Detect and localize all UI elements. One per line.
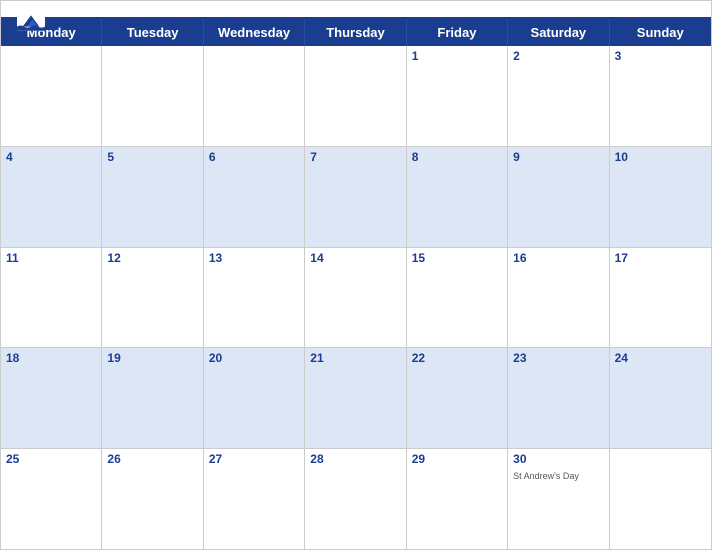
day-number: 17: [615, 251, 706, 265]
day-number: 11: [6, 251, 96, 265]
day-number: 20: [209, 351, 299, 365]
day-header-friday: Friday: [407, 19, 508, 46]
day-number: 7: [310, 150, 400, 164]
day-number: 16: [513, 251, 603, 265]
day-cell: [610, 449, 711, 549]
week-row-3: 11 12 13 14 15 16 17: [1, 248, 711, 349]
day-number: 22: [412, 351, 502, 365]
day-number: 30: [513, 452, 603, 466]
day-number: 18: [6, 351, 96, 365]
day-number: 29: [412, 452, 502, 466]
day-cell: 1: [407, 46, 508, 146]
day-cell: 18: [1, 348, 102, 448]
day-cell: 2: [508, 46, 609, 146]
calendar-grid: MondayTuesdayWednesdayThursdayFridaySatu…: [1, 17, 711, 549]
day-cell: 9: [508, 147, 609, 247]
day-number: 6: [209, 150, 299, 164]
day-cell: 10: [610, 147, 711, 247]
day-cell: 12: [102, 248, 203, 348]
day-cell: 23: [508, 348, 609, 448]
day-header-wednesday: Wednesday: [204, 19, 305, 46]
day-cell: [305, 46, 406, 146]
day-cell: 11: [1, 248, 102, 348]
day-number: 4: [6, 150, 96, 164]
week-row-1: 123: [1, 46, 711, 147]
day-cell: 4: [1, 147, 102, 247]
day-number: 19: [107, 351, 197, 365]
day-cell: 8: [407, 147, 508, 247]
day-cell: 20: [204, 348, 305, 448]
day-cell: 26: [102, 449, 203, 549]
day-cell: 22: [407, 348, 508, 448]
day-cell: [204, 46, 305, 146]
calendar-header: [1, 1, 711, 17]
day-cell: 16: [508, 248, 609, 348]
day-cell: 19: [102, 348, 203, 448]
day-event: St Andrew's Day: [513, 471, 579, 481]
day-header-sunday: Sunday: [610, 19, 711, 46]
day-number: 24: [615, 351, 706, 365]
day-cell: 21: [305, 348, 406, 448]
day-number: 23: [513, 351, 603, 365]
week-row-5: 25 26 27 28 29 30 St Andrew's Day: [1, 449, 711, 549]
week-row-2: 456789 10: [1, 147, 711, 248]
day-number: 15: [412, 251, 502, 265]
day-number: 21: [310, 351, 400, 365]
day-header-saturday: Saturday: [508, 19, 609, 46]
day-cell: 15: [407, 248, 508, 348]
day-cell: 29: [407, 449, 508, 549]
day-number: 13: [209, 251, 299, 265]
day-headers-row: MondayTuesdayWednesdayThursdayFridaySatu…: [1, 19, 711, 46]
day-cell: 5: [102, 147, 203, 247]
day-cell: 14: [305, 248, 406, 348]
day-number: 1: [412, 49, 502, 63]
week-row-4: 18 19 20 21 22 23 24: [1, 348, 711, 449]
day-cell: 13: [204, 248, 305, 348]
calendar: MondayTuesdayWednesdayThursdayFridaySatu…: [0, 0, 712, 550]
day-header-thursday: Thursday: [305, 19, 406, 46]
day-number: 25: [6, 452, 96, 466]
day-number: 28: [310, 452, 400, 466]
logo-icon: [17, 11, 45, 31]
day-number: 10: [615, 150, 706, 164]
day-cell: [102, 46, 203, 146]
logo: [17, 11, 45, 33]
day-cell: 24: [610, 348, 711, 448]
day-cell: 28: [305, 449, 406, 549]
day-header-tuesday: Tuesday: [102, 19, 203, 46]
day-number: 2: [513, 49, 603, 63]
day-number: 5: [107, 150, 197, 164]
day-cell: 17: [610, 248, 711, 348]
weeks-container: 1234567891011121314151617181920212223242…: [1, 46, 711, 549]
day-number: 12: [107, 251, 197, 265]
day-cell: 6: [204, 147, 305, 247]
day-number: 26: [107, 452, 197, 466]
day-cell: 7: [305, 147, 406, 247]
day-cell: 27: [204, 449, 305, 549]
day-number: 14: [310, 251, 400, 265]
day-cell: 3: [610, 46, 711, 146]
day-cell: 30 St Andrew's Day: [508, 449, 609, 549]
day-number: 27: [209, 452, 299, 466]
day-cell: 25: [1, 449, 102, 549]
day-number: 9: [513, 150, 603, 164]
day-cell: [1, 46, 102, 146]
day-number: 8: [412, 150, 502, 164]
day-number: 3: [615, 49, 706, 63]
